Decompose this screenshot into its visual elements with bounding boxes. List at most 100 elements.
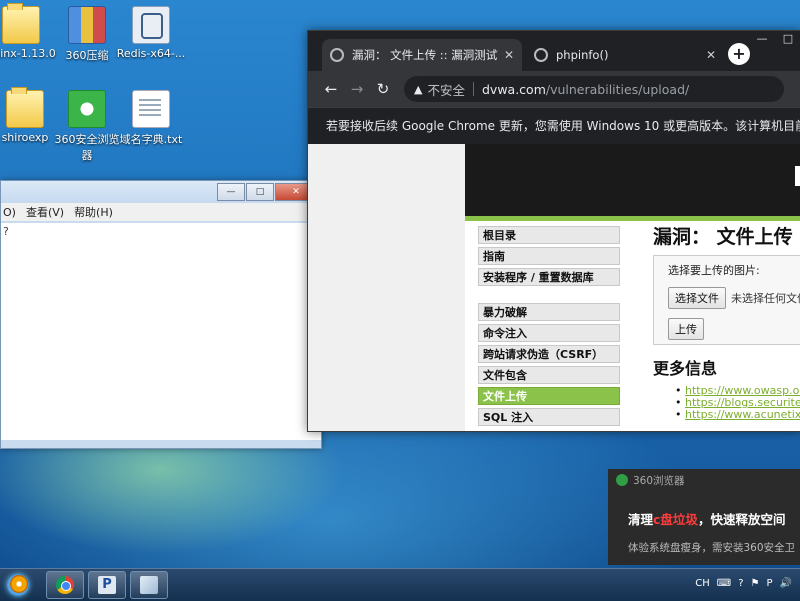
desktop-icon-label: nginx-1.13.0 xyxy=(0,47,56,60)
folder-icon xyxy=(2,3,40,44)
tab-dvwa-upload[interactable]: 漏洞： 文件上传 :: 漏洞测试Web ✕ xyxy=(322,39,522,71)
desktop-icon-label: 360安全浏览器 xyxy=(54,133,120,162)
menu-sql-injection[interactable]: SQL 注入 xyxy=(478,408,620,426)
dvwa-main: 漏洞： 文件上传 选择要上传的图片: 选择文件 未选择任何文件 上传 更多信息 … xyxy=(653,222,800,421)
chrome-window[interactable]: 漏洞： 文件上传 :: 漏洞测试Web ✕ phpinfo() ✕ + — □ … xyxy=(307,30,800,432)
explorer-content: ? xyxy=(1,223,321,440)
menu-instructions[interactable]: 指南 xyxy=(478,247,620,265)
update-infobar: 若要接收后续 Google Chrome 更新，您需使用 Windows 10 … xyxy=(308,107,800,144)
url-host: dvwa.com xyxy=(481,81,546,97)
system-tray: CH ⌨ ? ⚑ P 🔊 xyxy=(688,578,792,589)
desktop-icon-label: 域名字典.txt xyxy=(119,133,183,146)
security-status[interactable]: 不安全 xyxy=(427,80,465,99)
explorer-window[interactable]: — □ ✕ O) 查看(V) 帮助(H) ? xyxy=(0,180,322,449)
address-bar[interactable]: ▲ 不安全 dvwa.com/vulnerabilities/upload/ xyxy=(404,76,784,102)
help-icon[interactable]: ? xyxy=(738,578,743,589)
url-path: /vulnerabilities/upload/ xyxy=(545,81,690,97)
taskbar-pycharm[interactable]: P xyxy=(88,571,126,599)
taskbar-media-player[interactable] xyxy=(4,571,34,599)
choose-file-button[interactable]: 选择文件 xyxy=(668,287,726,309)
language-indicator[interactable]: CH xyxy=(695,578,710,589)
desktop-icon-label: 360压缩 xyxy=(65,49,109,62)
globe-icon xyxy=(534,48,548,62)
text-file-icon xyxy=(132,90,170,128)
chrome-minimize-button[interactable]: — xyxy=(749,31,775,47)
window-icon xyxy=(140,576,158,594)
divider xyxy=(472,82,474,96)
desktop-icon-nginx[interactable]: nginx-1.13.0 xyxy=(0,3,56,60)
keyboard-icon[interactable]: ⌨ xyxy=(717,578,731,589)
desktop-icon-360browser[interactable]: 360安全浏览器 xyxy=(52,90,122,163)
tray-app-icon[interactable]: P xyxy=(767,578,773,589)
forward-button[interactable]: → xyxy=(344,80,370,98)
360-browser-icon xyxy=(616,474,628,486)
menu-csrf[interactable]: 跨站请求伪造（CSRF） xyxy=(478,345,620,363)
popup-subtitle: 体验系统盘瘦身，需安装360安全卫 xyxy=(628,542,796,554)
popup-app-name: 360浏览器 xyxy=(633,474,685,487)
minimize-button[interactable]: — xyxy=(217,183,245,201)
upload-prompt: 选择要上传的图片: xyxy=(668,264,760,277)
upload-form: 选择要上传的图片: 选择文件 未选择任何文件 上传 xyxy=(653,255,800,345)
tab-close-icon[interactable]: ✕ xyxy=(504,48,514,62)
popup-title-highlight: c盘垃圾 xyxy=(653,512,698,527)
popup-title-pre: 清理 xyxy=(628,512,654,527)
notification-popup[interactable]: 360浏览器 清理c盘垃圾，快速释放空间 体验系统盘瘦身，需安装360安全卫 xyxy=(608,469,800,565)
chrome-toolbar: ← → ↻ ▲ 不安全 dvwa.com/vulnerabilities/upl… xyxy=(308,71,800,107)
menu-home[interactable]: 根目录 xyxy=(478,226,620,244)
flag-icon[interactable]: ⚑ xyxy=(751,578,760,589)
taskbar: P CH ⌨ ? ⚑ P 🔊 xyxy=(0,568,800,601)
logo xyxy=(795,166,800,186)
desktop-icon-360zip[interactable]: 360压缩 xyxy=(52,6,122,63)
web-page: 根目录 指南 安装程序 / 重置数据库 暴力破解 命令注入 跨站请求伪造（CSR… xyxy=(308,144,800,431)
chrome-icon xyxy=(56,576,74,594)
desktop-icon-label: shiroexp xyxy=(1,131,49,144)
tab-close-icon[interactable]: ✕ xyxy=(706,48,716,62)
globe-icon xyxy=(330,48,344,62)
dvwa-menu: 根目录 指南 安装程序 / 重置数据库 暴力破解 命令注入 跨站请求伪造（CSR… xyxy=(478,226,620,429)
tab-title: 漏洞： 文件上传 :: 漏洞测试Web xyxy=(352,48,498,62)
warning-icon[interactable]: ▲ xyxy=(414,83,422,96)
app-icon: P xyxy=(98,576,116,594)
no-file-text: 未选择任何文件 xyxy=(731,292,800,305)
chrome-maximize-button[interactable]: □ xyxy=(775,31,800,47)
more-info-links: https://www.owasp.org https://blogs.secu… xyxy=(685,385,800,421)
upload-button[interactable]: 上传 xyxy=(668,318,704,340)
menu-setup[interactable]: 安装程序 / 重置数据库 xyxy=(478,268,620,286)
more-info-heading: 更多信息 xyxy=(653,359,718,378)
360-browser-icon xyxy=(68,90,106,128)
menu-file-inclusion[interactable]: 文件包含 xyxy=(478,366,620,384)
desktop-icon-label: Redis-x64-... xyxy=(116,47,186,60)
desktop-icon-redis[interactable]: Redis-x64-... xyxy=(116,6,186,60)
redis-installer-icon xyxy=(132,6,170,44)
page-title: 漏洞： 文件上传 xyxy=(653,226,793,248)
volume-icon[interactable]: 🔊 xyxy=(780,578,792,589)
question-text: ? xyxy=(3,225,9,238)
tab-strip: 漏洞： 文件上传 :: 漏洞测试Web ✕ phpinfo() ✕ + — □ xyxy=(308,31,800,71)
zip-icon xyxy=(68,6,106,44)
back-button[interactable]: ← xyxy=(318,80,344,98)
maximize-button[interactable]: □ xyxy=(246,183,274,201)
link-acunetix[interactable]: https://www.acunetix. xyxy=(685,409,800,421)
dvwa-header xyxy=(465,144,800,221)
menu-brute-force[interactable]: 暴力破解 xyxy=(478,303,620,321)
popup-title[interactable]: 清理c盘垃圾，快速释放空间 xyxy=(608,491,800,528)
reload-button[interactable]: ↻ xyxy=(370,80,396,98)
menu-item-help[interactable]: 帮助(H) xyxy=(74,204,113,220)
desktop-icon-shiroexp[interactable]: shiroexp xyxy=(0,87,60,144)
new-tab-button[interactable]: + xyxy=(728,43,750,65)
dvwa-page: 根目录 指南 安装程序 / 重置数据库 暴力破解 命令注入 跨站请求伪造（CSR… xyxy=(465,144,800,431)
tab-phpinfo[interactable]: phpinfo() ✕ xyxy=(526,39,724,71)
tab-title: phpinfo() xyxy=(556,48,609,62)
folder-icon xyxy=(6,87,44,128)
menu-item-view[interactable]: 查看(V) xyxy=(26,204,64,220)
menu-item[interactable]: O) xyxy=(3,206,16,219)
media-player-icon xyxy=(10,575,28,593)
taskbar-explorer[interactable] xyxy=(130,571,168,599)
explorer-menubar: O) 查看(V) 帮助(H) xyxy=(1,203,321,221)
menu-command-injection[interactable]: 命令注入 xyxy=(478,324,620,342)
popup-title-post: ，快速释放空间 xyxy=(697,512,786,527)
desktop-icon-dict-txt[interactable]: 域名字典.txt xyxy=(116,90,186,147)
menu-file-upload[interactable]: 文件上传 xyxy=(478,387,620,405)
explorer-titlebar[interactable]: — □ ✕ xyxy=(1,181,321,203)
taskbar-chrome[interactable] xyxy=(46,571,84,599)
